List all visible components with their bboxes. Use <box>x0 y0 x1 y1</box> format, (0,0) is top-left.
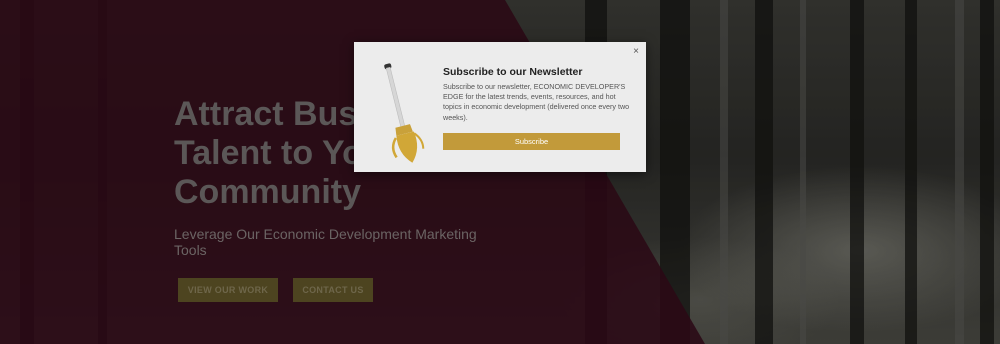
shovel-icon <box>384 63 425 163</box>
contact-us-button[interactable]: CONTACT US <box>293 278 373 302</box>
newsletter-modal: × Subscribe to our Newsletter Subscribe … <box>354 42 646 172</box>
hero-title-line: Talent to Yo <box>174 134 363 172</box>
modal-title: Subscribe to our Newsletter <box>443 66 583 78</box>
hero-subtitle: Leverage Our Economic Development Market… <box>174 226 477 258</box>
close-icon[interactable]: × <box>633 46 639 58</box>
hero-title-line: Attract Busi <box>174 95 367 133</box>
hero-title-line: Community <box>174 173 361 211</box>
modal-description: Subscribe to our newsletter, ECONOMIC DE… <box>443 82 630 122</box>
subscribe-button[interactable]: Subscribe <box>443 133 620 150</box>
view-our-work-button[interactable]: VIEW OUR WORK <box>178 278 278 302</box>
